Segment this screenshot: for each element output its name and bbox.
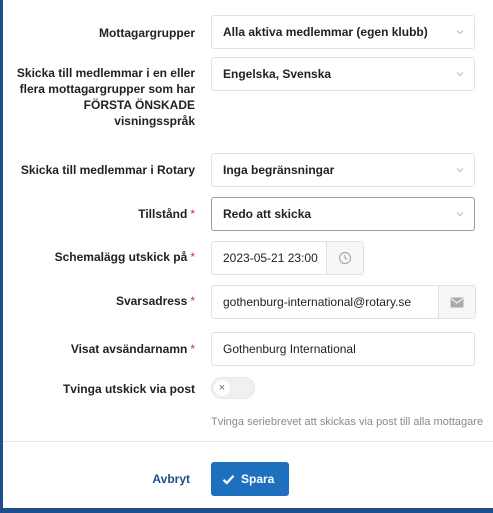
reply-address-input[interactable]: gothenburg-international@rotary.se [211, 285, 439, 319]
recipient-groups-value: Alla aktiva medlemmar (egen klubb) [223, 25, 428, 39]
status-label: Tillstånd * [138, 206, 195, 222]
toggle-symbol: × [218, 382, 226, 394]
schedule-label: Schemalägg utskick på * [55, 249, 195, 265]
required-mark: * [190, 250, 195, 264]
recipient-groups-label: Mottagargrupper [99, 25, 195, 41]
force-post-label: Tvinga utskick via post [63, 381, 195, 397]
status-label-text: Tillstånd [138, 207, 188, 221]
envelope-icon [450, 297, 464, 307]
save-button[interactable]: Spara [211, 462, 289, 496]
clock-icon [338, 251, 352, 265]
force-post-help-text: Tvinga seriebrevet att skickas via post … [211, 416, 483, 428]
sender-name-label-text: Visat avsändarnamn [70, 342, 188, 356]
reply-address-label-text: Svarsadress [115, 294, 188, 308]
language-select[interactable]: Engelska, Svenska [211, 57, 475, 91]
force-post-toggle[interactable]: × [211, 377, 255, 399]
force-post-help: Tvinga seriebrevet att skickas via post … [211, 416, 484, 428]
chevron-down-icon [456, 72, 464, 77]
sender-name-label: Visat avsändarnamn * [71, 341, 195, 357]
chevron-down-icon [456, 168, 464, 173]
chevron-down-icon [456, 30, 464, 35]
reply-address-addon [438, 285, 476, 319]
close-icon: × [214, 380, 230, 396]
schedule-input[interactable]: 2023-05-21 23:00 [211, 241, 327, 275]
required-mark: * [190, 207, 195, 221]
sender-name-value: Gothenburg International [223, 342, 356, 356]
schedule-value: 2023-05-21 23:00 [223, 251, 318, 265]
reply-address-value: gothenburg-international@rotary.se [223, 295, 412, 309]
save-label: Spara [241, 472, 275, 486]
rotary-members-label-text: Skicka till medlemmar i Rotary [20, 163, 195, 177]
check-icon [222, 474, 235, 485]
cancel-button[interactable]: Avbryt [152, 472, 190, 486]
rotary-members-select[interactable]: Inga begränsningar [211, 153, 475, 187]
force-post-label-text: Tvinga utskick via post [62, 382, 195, 396]
recipient-groups-label-text: Mottagargrupper [99, 26, 195, 40]
window-frame-left [0, 0, 3, 513]
rotary-members-label: Skicka till medlemmar i Rotary [21, 162, 195, 178]
recipient-groups-select[interactable]: Alla aktiva medlemmar (egen klubb) [211, 15, 475, 49]
language-label-text: Skicka till medlemmar i en eller flera m… [16, 66, 195, 128]
schedule-label-text: Schemalägg utskick på [54, 250, 188, 264]
rotary-members-value: Inga begränsningar [223, 163, 335, 177]
status-value: Redo att skicka [223, 207, 312, 221]
reply-address-label: Svarsadress * [116, 293, 195, 309]
required-mark: * [190, 342, 195, 356]
schedule-picker-button[interactable] [326, 241, 364, 275]
divider [3, 441, 493, 442]
cancel-label: Avbryt [152, 472, 190, 486]
window-frame-bottom [0, 508, 493, 513]
language-label: Skicka till medlemmar i en eller flera m… [11, 65, 195, 129]
required-mark: * [190, 294, 195, 308]
sender-name-input[interactable]: Gothenburg International [211, 332, 475, 366]
status-select[interactable]: Redo att skicka [211, 197, 475, 231]
language-value: Engelska, Svenska [223, 67, 332, 81]
chevron-down-icon [456, 212, 464, 217]
